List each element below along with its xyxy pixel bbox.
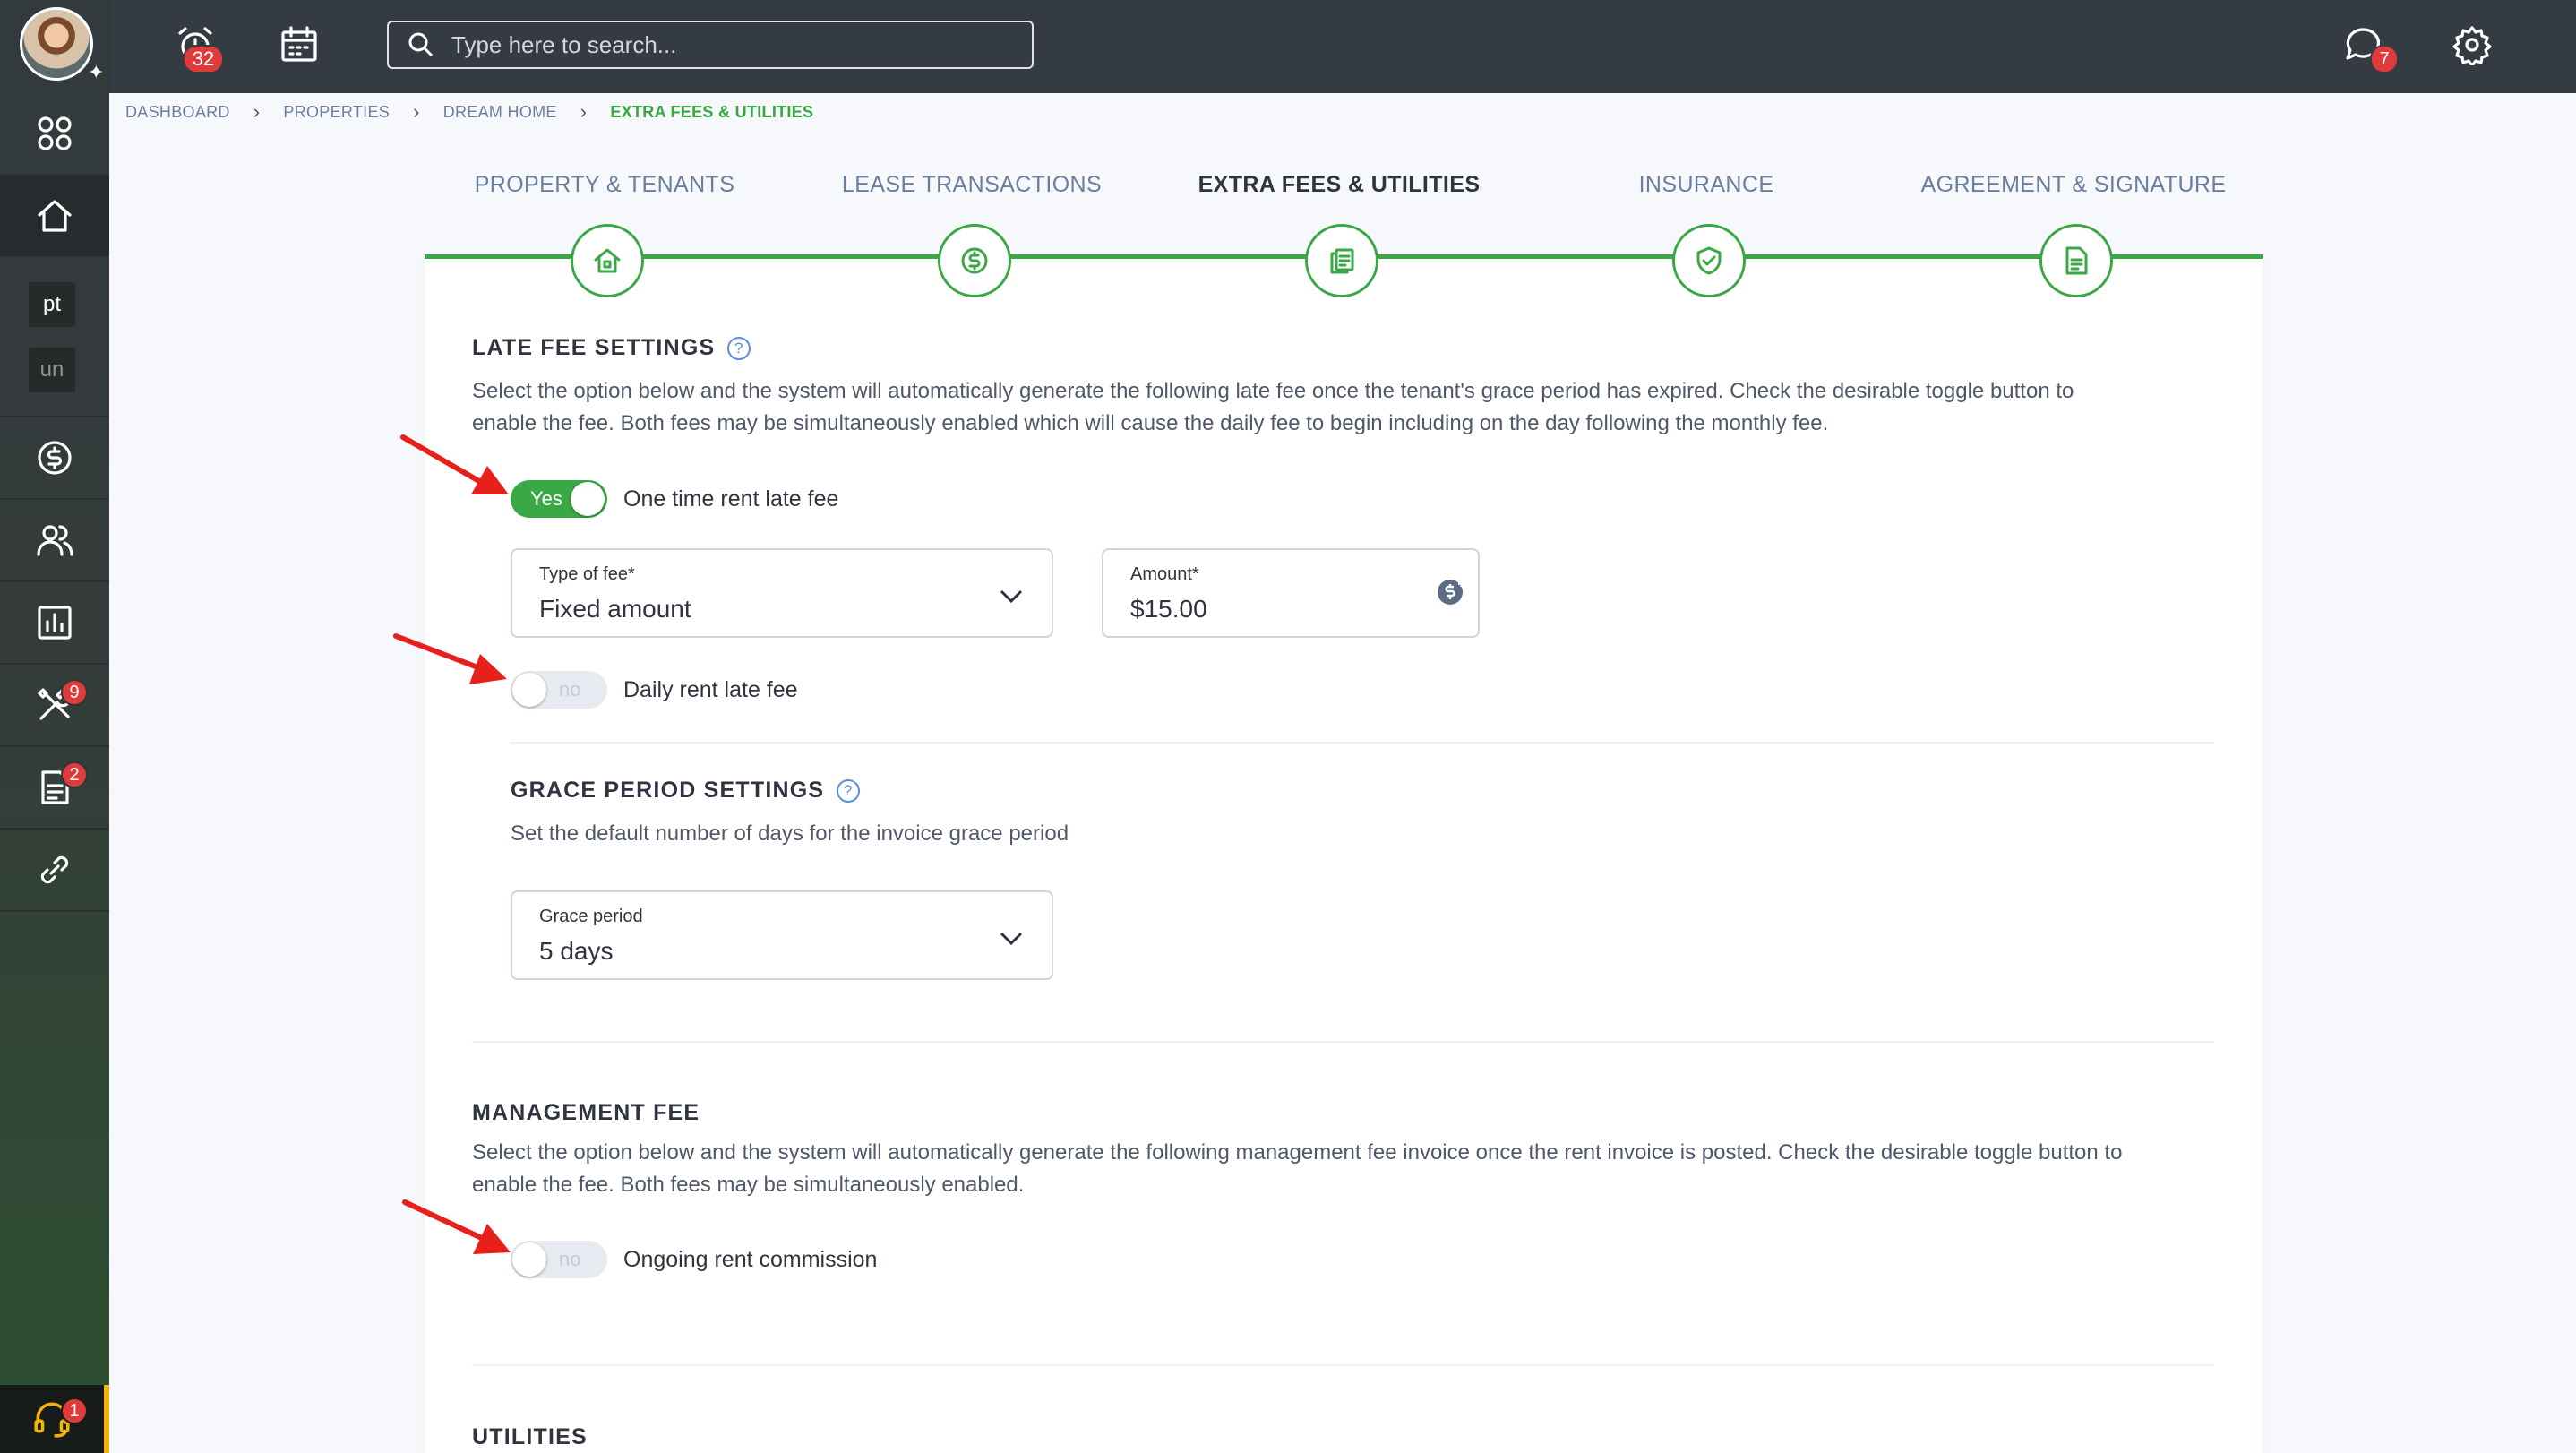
- management-fee-title: MANAGEMENT FEE: [472, 1100, 700, 1125]
- help-icon[interactable]: ?: [727, 337, 751, 361]
- sidebar-chip-pt[interactable]: pt: [29, 282, 75, 327]
- sidebar-item-maintenance[interactable]: [0, 665, 109, 745]
- step-agreement-circle[interactable]: [2039, 224, 2113, 297]
- breadcrumb-dashboard[interactable]: DASHBOARD: [125, 103, 230, 122]
- calendar-icon: [281, 26, 317, 62]
- chevron-down-icon: [998, 924, 1025, 951]
- step-label: LEASE TRANSACTIONS: [841, 172, 1103, 197]
- users-icon: [37, 525, 73, 556]
- messages-badge: 7: [2370, 45, 2399, 73]
- step-extra-fees[interactable]: EXTRA FEES & UTILITIES: [1155, 172, 1523, 198]
- sidebar-item-finance[interactable]: [0, 417, 109, 498]
- dollar-icon: [961, 247, 988, 274]
- sidebar-item-people[interactable]: [0, 500, 109, 580]
- chevron-right-icon: ›: [253, 100, 261, 123]
- step-label-active: EXTRA FEES & UTILITIES: [1198, 172, 1481, 197]
- grid-icon: [38, 116, 72, 150]
- grace-period-description: Set the default number of days for the i…: [511, 821, 1069, 846]
- link-icon: [40, 855, 69, 884]
- gear-icon: [2452, 26, 2492, 65]
- help-icon[interactable]: ?: [837, 779, 861, 804]
- support-badge: 1: [61, 1397, 88, 1424]
- annotation-arrow: [400, 434, 509, 494]
- breadcrumb-dream-home[interactable]: DREAM HOME: [443, 103, 557, 122]
- documents-badge: 2: [61, 761, 88, 788]
- search-icon: [408, 32, 434, 57]
- maintenance-badge: 9: [61, 679, 88, 706]
- step-insurance[interactable]: INSURANCE: [1523, 172, 1890, 198]
- chart-icon: [38, 606, 72, 640]
- breadcrumb-properties[interactable]: PROPERTIES: [283, 103, 390, 122]
- step-insurance-circle[interactable]: [1672, 224, 1746, 297]
- section-divider: [472, 1041, 2214, 1043]
- amount-field[interactable]: Amount* $15.00: [1102, 548, 1480, 638]
- step-property-tenants-circle[interactable]: [571, 224, 644, 297]
- daily-late-fee-label: Daily rent late fee: [623, 677, 798, 702]
- file-icon: [2065, 246, 2088, 275]
- breadcrumb: DASHBOARD › PROPERTIES › DREAM HOME › EX…: [125, 100, 813, 124]
- breadcrumb-current: EXTRA FEES & UTILITIES: [610, 102, 814, 121]
- rent-commission-toggle[interactable]: no: [511, 1241, 607, 1278]
- step-label: INSURANCE: [1638, 172, 1774, 197]
- step-extra-fees-circle[interactable]: [1305, 224, 1378, 297]
- sidebar-chip-un[interactable]: un: [29, 348, 75, 392]
- home-icon: [594, 248, 621, 273]
- step-agreement[interactable]: AGREEMENT & SIGNATURE: [1890, 172, 2257, 198]
- shield-check-icon: [1696, 246, 1722, 275]
- annotation-arrow: [393, 633, 507, 684]
- step-label: AGREEMENT & SIGNATURE: [1920, 172, 2227, 197]
- type-of-fee-select[interactable]: Type of fee* Fixed amount: [511, 548, 1053, 638]
- sidebar: ✦ pt un 9 2 1: [0, 0, 109, 1453]
- step-label: PROPERTY & TENANTS: [474, 172, 735, 197]
- home-icon: [38, 200, 72, 232]
- section-divider: [511, 742, 2214, 744]
- chevron-down-icon: [998, 582, 1025, 609]
- top-bar: 32 7: [109, 0, 2576, 93]
- annotation-arrow: [402, 1199, 511, 1254]
- documents-icon: [1330, 248, 1354, 274]
- user-avatar[interactable]: [20, 7, 93, 81]
- one-time-late-fee-toggle[interactable]: Yes: [511, 480, 607, 518]
- management-fee-description: Select the option below and the system w…: [472, 1140, 2123, 1197]
- section-divider: [472, 1364, 2214, 1366]
- support-button[interactable]: [0, 1385, 109, 1453]
- calendar-button[interactable]: [274, 20, 324, 70]
- sidebar-item-dashboard[interactable]: [0, 93, 109, 174]
- one-time-late-fee-label: One time rent late fee: [623, 486, 839, 512]
- dollar-circle-icon: [38, 441, 72, 475]
- step-lease-transactions[interactable]: LEASE TRANSACTIONS: [788, 172, 1155, 198]
- chevron-right-icon: ›: [413, 100, 420, 123]
- pin-icon: ✦: [88, 61, 105, 83]
- step-lease-transactions-circle[interactable]: [938, 224, 1011, 297]
- late-fee-description: Select the option below and the system w…: [472, 379, 2074, 435]
- grace-period-select[interactable]: Grace period 5 days: [511, 890, 1053, 980]
- sidebar-item-integrations[interactable]: [0, 830, 109, 910]
- step-property-tenants[interactable]: PROPERTY & TENANTS: [421, 172, 788, 198]
- sidebar-item-documents[interactable]: [0, 747, 109, 828]
- notifications-badge: 32: [183, 45, 224, 73]
- daily-late-fee-toggle[interactable]: no: [511, 671, 607, 709]
- search-bar[interactable]: [387, 21, 1034, 69]
- sidebar-item-reports[interactable]: [0, 582, 109, 663]
- sidebar-item-properties[interactable]: [0, 176, 109, 256]
- late-fee-title: LATE FEE SETTINGS?: [472, 335, 751, 361]
- search-input[interactable]: [451, 30, 989, 59]
- chevron-right-icon: ›: [580, 100, 588, 123]
- utilities-title: UTILITIES: [472, 1424, 588, 1449]
- grace-period-title: GRACE PERIOD SETTINGS?: [511, 778, 861, 804]
- settings-button[interactable]: [2447, 20, 2497, 70]
- rent-commission-label: Ongoing rent commission: [623, 1247, 878, 1272]
- currency-switch-icon[interactable]: [1435, 577, 1465, 607]
- sidebar-divider: [0, 910, 109, 912]
